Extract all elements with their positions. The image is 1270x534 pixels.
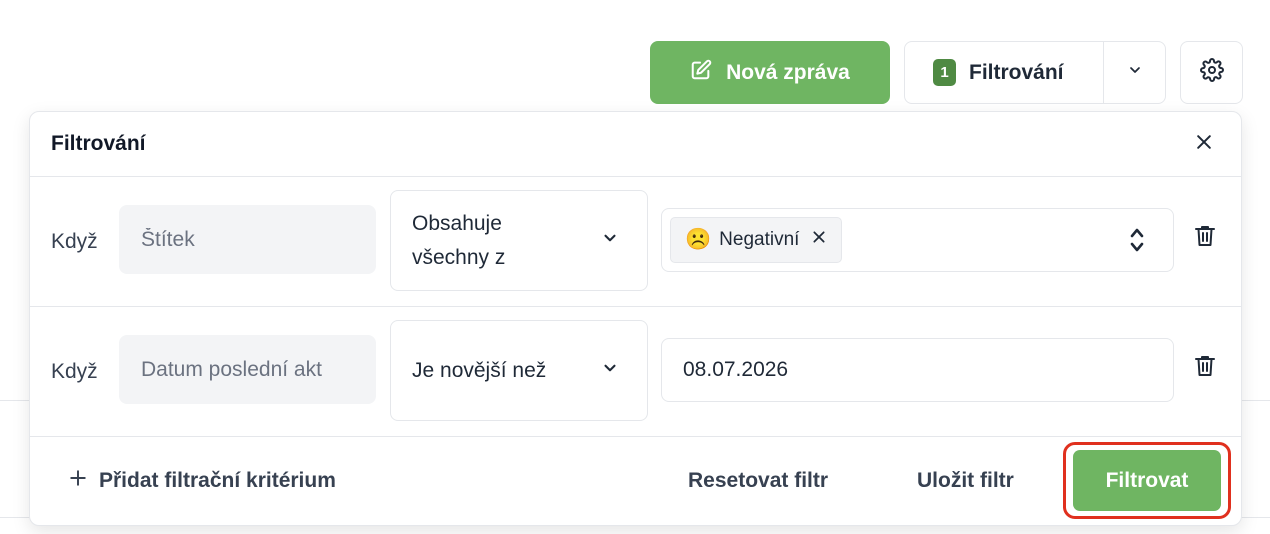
- chevron-down-icon: [1127, 62, 1143, 83]
- filter-row: Když Obsahuje všechny z ☹️ Negativní: [30, 177, 1241, 307]
- delete-row-button[interactable]: [1193, 225, 1217, 251]
- operator-value: Je novější než: [412, 358, 547, 382]
- chevron-down-icon: [601, 359, 619, 382]
- gear-icon: [1199, 58, 1224, 87]
- add-criterion-button[interactable]: Přidat filtrační kritérium: [69, 437, 336, 525]
- tag-multiselect[interactable]: ☹️ Negativní: [661, 208, 1174, 272]
- trash-icon: [1194, 224, 1216, 253]
- filter-panel-header: Filtrování: [30, 112, 1241, 177]
- tag-chip: ☹️ Negativní: [670, 217, 843, 263]
- filter-dropdown-toggle[interactable]: [1104, 42, 1165, 103]
- filter-panel-footer: Přidat filtrační kritérium Resetovat fil…: [30, 437, 1241, 525]
- filter-count-badge: 1: [933, 59, 956, 86]
- trash-icon: [1194, 354, 1216, 383]
- filter-button-group: 1 Filtrování: [904, 41, 1166, 104]
- save-filter-button[interactable]: Uložit filtr: [917, 437, 1014, 525]
- sad-face-icon: ☹️: [685, 228, 712, 251]
- operator-value: Obsahuje všechny z: [412, 211, 506, 269]
- date-input[interactable]: [661, 338, 1174, 402]
- operator-select[interactable]: Je novější než: [390, 320, 648, 421]
- filter-panel-title: Filtrování: [51, 132, 146, 155]
- filter-button-label: Filtrování: [969, 60, 1064, 84]
- new-message-label: Nová zpráva: [726, 60, 850, 84]
- close-icon: [1194, 132, 1214, 157]
- close-button[interactable]: [1189, 129, 1219, 159]
- condition-label: Když: [51, 360, 98, 383]
- plus-icon: [69, 469, 87, 493]
- settings-button[interactable]: [1180, 41, 1243, 104]
- chevron-down-icon: [601, 229, 619, 252]
- filter-row: Když Je novější než: [30, 307, 1241, 437]
- filter-button[interactable]: 1 Filtrování: [905, 42, 1104, 103]
- apply-filter-highlight: Filtrovat: [1063, 442, 1231, 519]
- add-criterion-label: Přidat filtrační kritérium: [99, 469, 336, 492]
- field-input[interactable]: [119, 205, 376, 274]
- delete-row-button[interactable]: [1193, 355, 1217, 381]
- edit-icon: [690, 59, 712, 87]
- reset-filter-button[interactable]: Resetovat filtr: [688, 437, 828, 525]
- tag-chip-label: Negativní: [719, 229, 800, 250]
- condition-label: Když: [51, 230, 98, 253]
- field-input[interactable]: [119, 335, 376, 404]
- remove-tag-button[interactable]: [807, 229, 827, 251]
- apply-filter-button[interactable]: Filtrovat: [1073, 450, 1221, 511]
- operator-select[interactable]: Obsahuje všechny z: [390, 190, 648, 291]
- new-message-button[interactable]: Nová zpráva: [650, 41, 890, 104]
- chevron-up-down-icon: [1127, 225, 1147, 255]
- filter-panel: Filtrování Když Obsahuje všechny z ☹️ Ne…: [29, 111, 1242, 526]
